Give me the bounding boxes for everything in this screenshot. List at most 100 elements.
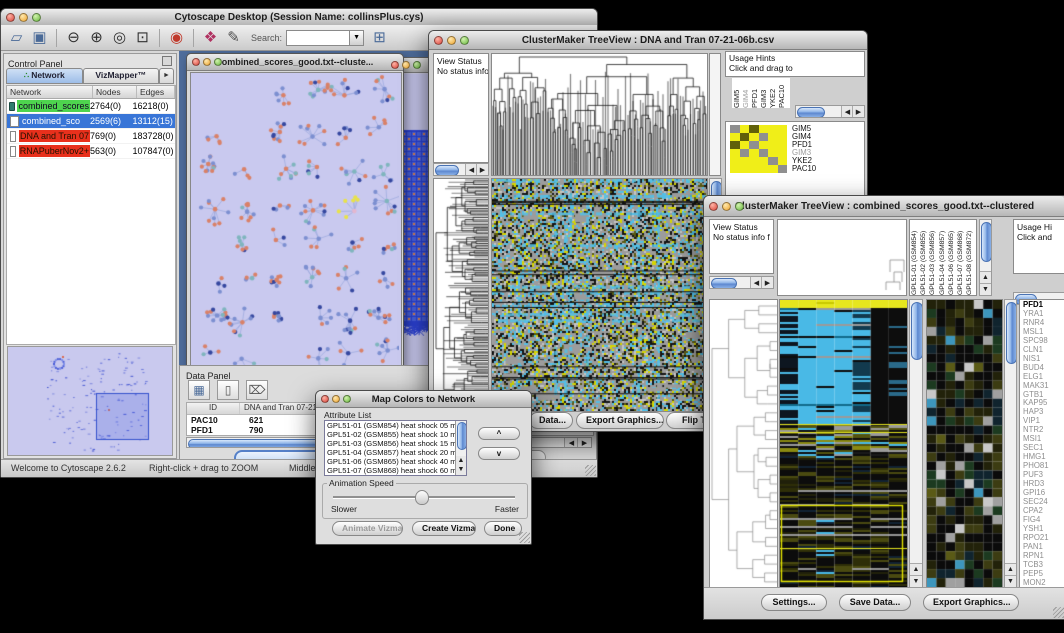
tv1-heatmap[interactable]	[492, 179, 707, 411]
scrollbar-thumb[interactable]	[711, 278, 737, 289]
scrollbar-thumb[interactable]	[1006, 302, 1017, 364]
close-button[interactable]	[391, 61, 399, 69]
tv2-zoom-vscrollbar[interactable]: ▲ ▼	[1004, 299, 1017, 588]
minimize-button[interactable]	[19, 13, 28, 22]
resize-grip[interactable]	[519, 532, 530, 543]
minimize-button[interactable]	[402, 61, 410, 69]
delete-attribute-icon[interactable]: ⌦	[246, 380, 268, 400]
new-attribute-icon[interactable]: ▯	[217, 380, 239, 400]
dialog-titlebar[interactable]: Map Colors to Network	[316, 391, 531, 408]
minimize-button[interactable]	[203, 58, 211, 66]
minimize-button[interactable]	[332, 395, 340, 403]
tv1-zoom-hscrollbar[interactable]: ◀ ▶	[795, 105, 865, 118]
tv1-column-dendrogram[interactable]	[492, 54, 707, 175]
save-data--button[interactable]: Save Data...	[839, 594, 911, 611]
move-down-button[interactable]: v	[478, 447, 520, 460]
save-icon[interactable]: ▣	[30, 28, 49, 48]
attribute-list[interactable]: GPL51-01 (GSM854) heat shock 05 minGPL51…	[324, 420, 467, 476]
tv2-heatmap[interactable]	[780, 300, 907, 587]
zoom-button[interactable]	[214, 58, 222, 66]
scroll-right-arrow[interactable]: ▶	[761, 277, 773, 289]
close-button[interactable]	[434, 36, 443, 45]
scrollbar-thumb[interactable]	[797, 107, 825, 118]
scroll-up-arrow[interactable]: ▲	[456, 456, 466, 465]
zoom-button[interactable]	[32, 13, 41, 22]
birdseye-canvas[interactable]	[8, 347, 172, 455]
attribute-list-vscrollbar[interactable]: ▲ ▼	[455, 421, 466, 475]
float-panel-icon[interactable]	[162, 56, 172, 66]
tv2-column-dendrogram[interactable]	[778, 220, 906, 295]
tv1-zoom-matrix[interactable]	[730, 125, 787, 173]
network-row[interactable]: DNA and Tran 07769(0)183728(0)	[7, 129, 175, 144]
tv1-col-scroll-strip[interactable]	[709, 53, 721, 176]
scroll-down-arrow[interactable]: ▼	[1005, 575, 1016, 587]
tv2-status-hscrollbar[interactable]: ◀ ▶	[709, 276, 774, 289]
search-input[interactable]	[286, 30, 350, 46]
scroll-down-arrow[interactable]: ▼	[456, 465, 466, 475]
more-tabs-button[interactable]: ►	[159, 68, 174, 84]
search-dropdown-button[interactable]: ▼	[350, 30, 364, 46]
tv2-row-dendrogram[interactable]	[710, 300, 777, 587]
scroll-up-arrow[interactable]: ▲	[980, 271, 991, 283]
export-graphics--button[interactable]: Export Graphics...	[923, 594, 1019, 611]
zoom-button[interactable]	[343, 395, 351, 403]
zoom-button[interactable]	[413, 61, 421, 69]
minimize-button[interactable]	[722, 202, 731, 211]
scroll-down-arrow[interactable]: ▼	[980, 283, 991, 295]
annotation-icon[interactable]: ✎	[224, 28, 243, 48]
network-window-1-titlebar[interactable]: combined_scores_good.txt--cluste...	[187, 54, 403, 71]
select-attributes-icon[interactable]: ▦	[188, 380, 210, 400]
column-header-edges[interactable]: Edges	[137, 86, 175, 98]
tv1-status-hscrollbar[interactable]: ◀ ▶	[433, 163, 489, 176]
data--button[interactable]: Data...	[529, 412, 573, 429]
scroll-left-arrow[interactable]: ◀	[564, 438, 578, 448]
table-import-icon[interactable]: ⊞	[370, 28, 389, 48]
close-button[interactable]	[192, 58, 200, 66]
id-column-header[interactable]: ID	[187, 403, 240, 414]
tv2-heat-vscrollbar[interactable]: ▲ ▼	[909, 299, 923, 588]
scrollbar-thumb[interactable]	[457, 422, 466, 450]
column-header-nodes[interactable]: Nodes	[93, 86, 137, 98]
column-header-network[interactable]: Network	[7, 86, 93, 98]
move-up-button[interactable]: ^	[478, 427, 520, 440]
tv2-zoom-heatmap[interactable]	[927, 300, 1002, 587]
resize-grip[interactable]	[585, 465, 596, 476]
scroll-down-arrow[interactable]: ▼	[910, 575, 922, 587]
scrollbar-thumb[interactable]	[911, 302, 923, 360]
done-button[interactable]: Done	[484, 521, 522, 536]
open-folder-icon[interactable]: ▱	[7, 28, 26, 48]
vizmapper-icon[interactable]: ❖	[201, 28, 220, 48]
zoom-button[interactable]	[460, 36, 469, 45]
network-row[interactable]: combined_scores2764(0)16218(0)	[7, 99, 175, 114]
close-button[interactable]	[321, 395, 329, 403]
zoom-fit-icon[interactable]: ◎	[110, 28, 129, 48]
zoom-button[interactable]	[735, 202, 744, 211]
scrollbar-thumb[interactable]	[435, 165, 459, 176]
minimize-button[interactable]	[447, 36, 456, 45]
treeview1-titlebar[interactable]: ClusterMaker TreeView : DNA and Tran 07-…	[429, 31, 867, 50]
tv2-collabel-vscrollbar[interactable]: ▲ ▼	[979, 219, 992, 296]
settings--button[interactable]: Settings...	[761, 594, 827, 611]
scroll-right-arrow[interactable]: ▶	[577, 438, 591, 448]
treeview2-titlebar[interactable]: ClusterMaker TreeView : combined_scores_…	[704, 196, 1064, 217]
zoom-out-icon[interactable]: ⊖	[64, 28, 83, 48]
create-vizmap-button[interactable]: Create Vizmap	[412, 521, 476, 536]
network-canvas[interactable]	[191, 73, 399, 375]
slider-thumb[interactable]	[415, 490, 429, 505]
tv1-row-dendrogram[interactable]	[434, 179, 488, 411]
export-graphics--button[interactable]: Export Graphics...	[576, 412, 664, 429]
tab-vizmapper[interactable]: VizMapper™	[83, 68, 160, 84]
zoom-in-icon[interactable]: ⊕	[87, 28, 106, 48]
tab-network[interactable]: ∴Network	[6, 68, 83, 84]
scroll-up-arrow[interactable]: ▲	[1005, 563, 1016, 575]
close-button[interactable]	[6, 13, 15, 22]
birdseye-view[interactable]	[7, 346, 173, 456]
scroll-right-arrow[interactable]: ▶	[476, 164, 488, 176]
help-lifesaver-icon[interactable]: ◉	[167, 28, 186, 48]
attribute-item[interactable]: GPL51-07 (GSM868) heat shock 60 min	[325, 467, 455, 476]
close-button[interactable]	[709, 202, 718, 211]
main-titlebar[interactable]: Cytoscape Desktop (Session Name: collins…	[1, 9, 597, 26]
scroll-right-arrow[interactable]: ▶	[852, 106, 864, 118]
scrollbar-thumb[interactable]	[981, 222, 992, 262]
network-row[interactable]: RNAPuberNov2+563(0)107847(0)	[7, 144, 175, 159]
